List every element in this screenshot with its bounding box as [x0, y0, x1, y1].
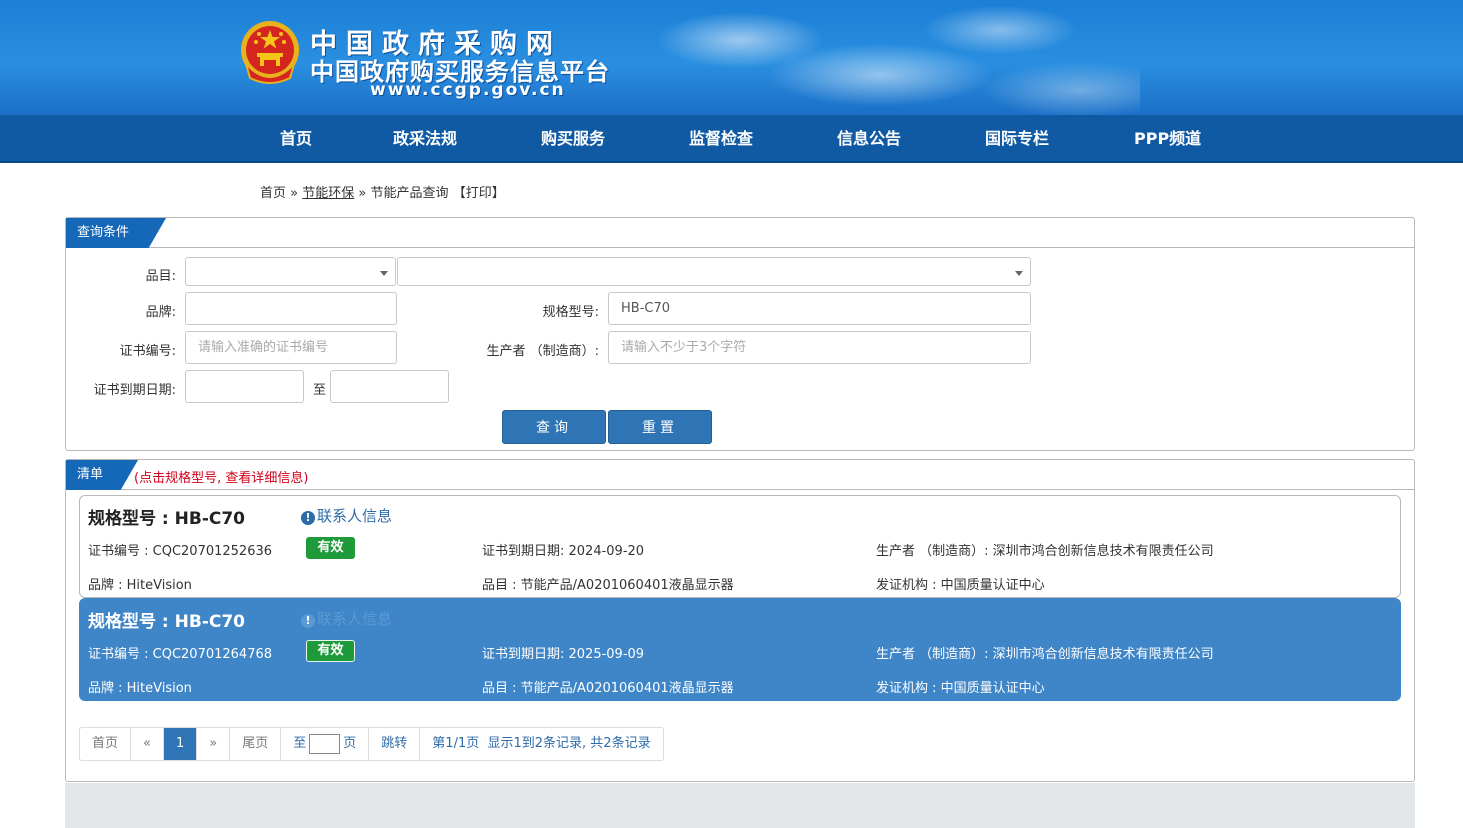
- nav-item-regulations[interactable]: 政采法规: [393, 115, 457, 163]
- nav-item-announcements[interactable]: 信息公告: [837, 115, 901, 163]
- goto-page-input[interactable]: [309, 733, 341, 754]
- list-hint: (点击规格型号, 查看详细信息): [134, 471, 309, 486]
- brand: 品牌 : HiteVision: [88, 681, 192, 696]
- contact-info-link[interactable]: ! 联系人信息: [301, 505, 392, 526]
- breadcrumb: 首页 » 节能环保 » 节能产品查询 【打印】: [260, 182, 505, 201]
- query-panel: 查询条件 品目: 品牌: 规格型号: HB-C70 证书编号: 请输入准确的证书…: [65, 217, 1415, 451]
- expire-to-input[interactable]: [330, 370, 449, 403]
- expire-to-label: 至: [312, 383, 326, 398]
- nav-item-international[interactable]: 国际专栏: [985, 115, 1049, 163]
- contact-info-label: 联系人信息: [317, 507, 393, 525]
- status-badge: 有效: [306, 537, 355, 559]
- page-summary: 第1/1页 显示1到2条记录, 共2条记录: [420, 728, 662, 760]
- brand-input[interactable]: [185, 292, 397, 325]
- expire-date: 证书到期日期: 2025-09-09: [482, 647, 645, 662]
- nav-item-home[interactable]: 首页: [280, 115, 312, 163]
- expire-from-input[interactable]: [185, 370, 304, 403]
- issuer: 发证机构 : 中国质量认证中心: [876, 578, 1045, 593]
- cert-label: 证书编号:: [119, 344, 176, 359]
- goto-suffix: 页: [343, 736, 357, 751]
- manufacturer: 生产者 （制造商）: 深圳市鸿合创新信息技术有限责任公司: [876, 544, 1214, 559]
- model-label: 规格型号:: [542, 305, 599, 320]
- contact-info-link[interactable]: ! 联系人信息: [301, 608, 392, 629]
- cert-number: 证书编号 : CQC20701252636: [88, 544, 273, 559]
- search-button[interactable]: 查询: [502, 410, 606, 444]
- info-icon: !: [301, 614, 315, 628]
- current-page-button[interactable]: 1: [163, 728, 198, 760]
- cert-input[interactable]: 请输入准确的证书编号: [185, 331, 397, 364]
- main-nav: 首页 政采法规 购买服务 监督检查 信息公告 国际专栏 PPP频道: [0, 115, 1463, 163]
- list-panel-header: 清单 (点击规格型号, 查看详细信息): [66, 460, 1414, 490]
- first-page-button[interactable]: 首页: [80, 728, 132, 760]
- category-label: 品目:: [145, 269, 176, 284]
- model-title-link[interactable]: 规格型号 : HB-C70: [88, 607, 245, 632]
- result-card: 规格型号 : HB-C70 ! 联系人信息 证书编号 : CQC207012647…: [79, 598, 1401, 701]
- model-input[interactable]: HB-C70: [608, 292, 1031, 325]
- nav-item-purchase-services[interactable]: 购买服务: [541, 115, 605, 163]
- goto-page-group: 至页: [281, 728, 370, 760]
- breadcrumb-separator: »: [290, 186, 299, 201]
- breadcrumb-current: 节能产品查询: [370, 186, 449, 201]
- category: 品目 : 节能产品/A0201060401液晶显示器: [482, 681, 734, 696]
- contact-info-label: 联系人信息: [317, 610, 393, 628]
- maker-label: 生产者 （制造商）:: [486, 344, 599, 359]
- category-select[interactable]: [185, 257, 396, 286]
- chevron-down-icon: [380, 271, 388, 276]
- status-badge: 有效: [306, 640, 355, 662]
- reset-button[interactable]: 重置: [608, 410, 712, 444]
- chevron-down-icon: [1015, 271, 1023, 276]
- model-title-link[interactable]: 规格型号 : HB-C70: [88, 504, 245, 529]
- last-page-button[interactable]: 尾页: [230, 728, 282, 760]
- national-emblem-icon: [241, 21, 299, 84]
- site-header: 中国政府采购网 中国政府购买服务信息平台 www.ccgp.gov.cn: [0, 0, 1463, 115]
- maker-input[interactable]: 请输入不少于3个字符: [608, 331, 1031, 364]
- print-link[interactable]: 【打印】: [453, 186, 505, 201]
- record-count: 显示1到2条记录, 共2条记录: [487, 736, 651, 751]
- footer-band: [65, 783, 1415, 828]
- nav-item-ppp[interactable]: PPP频道: [1134, 115, 1201, 163]
- breadcrumb-section[interactable]: 节能环保: [302, 186, 354, 201]
- category: 品目 : 节能产品/A0201060401液晶显示器: [482, 578, 734, 593]
- issuer: 发证机构 : 中国质量认证中心: [876, 681, 1045, 696]
- breadcrumb-home[interactable]: 首页: [260, 186, 286, 201]
- next-page-button[interactable]: »: [197, 728, 231, 760]
- query-panel-header: 查询条件: [66, 218, 1414, 248]
- goto-prefix: 至: [293, 736, 307, 751]
- brand: 品牌 : HiteVision: [88, 578, 192, 593]
- info-icon: !: [301, 511, 315, 525]
- breadcrumb-separator: »: [358, 186, 367, 201]
- cert-number: 证书编号 : CQC20701264768: [88, 647, 273, 662]
- expire-date-label: 证书到期日期:: [93, 383, 176, 398]
- brand-label: 品牌:: [145, 305, 176, 320]
- manufacturer: 生产者 （制造商）: 深圳市鸿合创新信息技术有限责任公司: [876, 647, 1214, 662]
- header-clouds: [620, 0, 1140, 115]
- nav-item-supervision[interactable]: 监督检查: [689, 115, 753, 163]
- pagination: 首页 « 1 » 尾页 至页 跳转 第1/1页 显示1到2条记录, 共2条记录: [79, 727, 664, 761]
- jump-button[interactable]: 跳转: [369, 728, 421, 760]
- prev-page-button[interactable]: «: [131, 728, 164, 760]
- result-card: 规格型号 : HB-C70 ! 联系人信息 证书编号 : CQC207012526…: [79, 495, 1401, 598]
- subcategory-select[interactable]: [397, 257, 1031, 286]
- page-info: 第1/1页: [432, 736, 480, 751]
- site-url: www.ccgp.gov.cn: [370, 80, 566, 100]
- expire-date: 证书到期日期: 2024-09-20: [482, 544, 645, 559]
